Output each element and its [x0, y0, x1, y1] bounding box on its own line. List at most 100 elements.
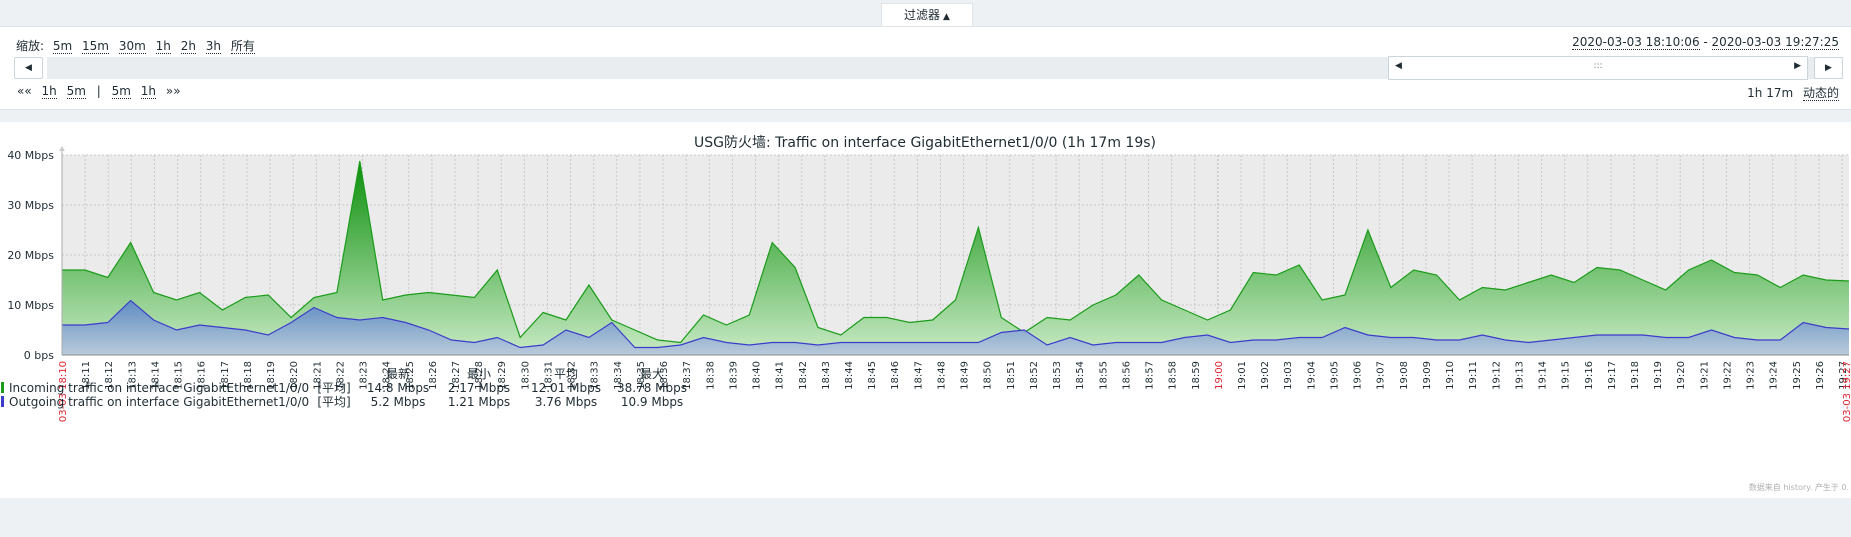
scroll-left-button[interactable]: ◀ — [14, 57, 43, 79]
step-fwd-1h[interactable]: 1h — [140, 84, 157, 99]
filter-tab[interactable]: 过滤器 ▲ — [881, 3, 973, 26]
x-tick-label: 18:39 — [728, 361, 739, 390]
graph-container: USG防火墙: Traffic on interface GigabitEthe… — [0, 122, 1851, 498]
zoom-label: 缩放: — [16, 39, 45, 53]
x-tick-label: 19:22 — [1722, 361, 1733, 390]
x-tick-label: 18:42 — [798, 361, 809, 390]
legend-outgoing-value: 10.9 Mbps — [621, 395, 683, 409]
y-tick-label: 30 Mbps — [7, 199, 54, 212]
x-tick-label: 19:08 — [1399, 361, 1410, 390]
timeline-slider[interactable]: ◀ ::: ▶ — [1388, 56, 1808, 80]
x-tick-label: 19:18 — [1630, 361, 1641, 390]
x-tick-label: 19:19 — [1653, 361, 1664, 390]
x-tick-label: 19:15 — [1561, 361, 1572, 390]
x-tick-label: 19:21 — [1699, 361, 1710, 390]
x-tick-label: 19:05 — [1329, 361, 1340, 390]
slider-right-handle-icon[interactable]: ▶ — [1794, 61, 1801, 71]
legend-header: 平均 — [554, 367, 578, 381]
triangle-right-icon: ▶ — [1825, 63, 1832, 73]
slider-grip-icon[interactable]: ::: — [1593, 61, 1602, 71]
x-tick-label: 18:58 — [1168, 361, 1179, 390]
x-tick-label: 19:20 — [1676, 361, 1687, 390]
x-tick-label: 18:48 — [936, 361, 947, 390]
legend-incoming-value: 38.78 Mbps — [617, 381, 687, 395]
legend-header: 最小 — [467, 367, 491, 381]
y-tick-label: 40 Mbps — [7, 149, 54, 162]
x-tick-label: 18:49 — [960, 361, 971, 390]
legend-outgoing-name: Outgoing traffic on interface GigabitEth… — [9, 395, 309, 409]
y-tick-label: 0 bps — [24, 349, 54, 362]
x-tick-label: 19:12 — [1491, 361, 1502, 390]
zoom-30m[interactable]: 30m — [118, 39, 146, 54]
x-tick-label: 19:26 — [1815, 361, 1826, 390]
y-axis-arrow-icon — [59, 146, 65, 151]
step-row: «« 1h 5m | 5m 1h »» — [14, 84, 184, 99]
traffic-graph: USG防火墙: Traffic on interface GigabitEthe… — [1, 135, 1851, 492]
x-tick-label: 19:24 — [1769, 361, 1780, 390]
x-tick-label: 19:09 — [1422, 361, 1433, 390]
x-tick-label: 18:30 — [520, 361, 531, 390]
chart-title: USG防火墙: Traffic on interface GigabitEthe… — [694, 135, 1156, 151]
x-tick-label: 18:41 — [775, 361, 786, 390]
x-tick-label: 18:53 — [1052, 361, 1063, 390]
x-tick-label: 19:07 — [1376, 361, 1387, 390]
x-tick-label: 18:52 — [1029, 361, 1040, 390]
range-separator: - — [1699, 35, 1712, 49]
x-tick-label: 19:01 — [1237, 361, 1248, 390]
x-tick-label: 19:11 — [1468, 361, 1479, 390]
x-tick-label: 18:43 — [821, 361, 832, 390]
period-mode-link[interactable]: 动态的 — [1802, 86, 1839, 101]
footer-note: 数据来自 history. 产生于 0. — [1749, 482, 1849, 492]
legend-outgoing-value: 1.21 Mbps — [448, 395, 510, 409]
zoom-3h[interactable]: 3h — [205, 39, 222, 54]
zoom-all[interactable]: 所有 — [230, 39, 255, 54]
legend-outgoing-swatch — [1, 396, 4, 407]
legend-incoming-value: 14.8 Mbps — [367, 381, 429, 395]
x-tick-label: 18:54 — [1075, 361, 1086, 390]
x-tick-label: 18:45 — [867, 361, 878, 390]
legend-outgoing-func: [平均] — [317, 395, 350, 409]
zoom-5m[interactable]: 5m — [52, 39, 73, 54]
x-tick-label: 19:04 — [1306, 361, 1317, 390]
x-tick-label: 18:59 — [1191, 361, 1202, 390]
zoom-2h[interactable]: 2h — [180, 39, 196, 54]
x-tick-label: 19:02 — [1260, 361, 1271, 390]
slider-left-handle-icon[interactable]: ◀ — [1395, 61, 1402, 71]
x-tick-label: 18:46 — [890, 361, 901, 390]
range-to[interactable]: 2020-03-03 19:27:25 — [1711, 35, 1839, 50]
scroll-right-button[interactable]: ▶ — [1814, 57, 1843, 79]
time-range: 2020-03-03 18:10:06 - 2020-03-03 19:27:2… — [1572, 35, 1839, 50]
x-end-label: 03-03 19:27 — [1842, 361, 1851, 422]
legend-incoming-value: 2.17 Mbps — [448, 381, 510, 395]
legend-incoming-func: [平均] — [317, 381, 350, 395]
triangle-left-icon: ◀ — [25, 63, 32, 73]
x-tick-label: 18:51 — [1006, 361, 1017, 390]
step-fwd-5m[interactable]: 5m — [111, 84, 131, 99]
period-info: 1h 17m 动态的 — [1747, 84, 1839, 101]
step-back-all[interactable]: «« — [17, 84, 32, 98]
legend-outgoing-value: 3.76 Mbps — [535, 395, 597, 409]
x-tick-label: 18:57 — [1145, 361, 1156, 390]
step-separator: | — [96, 84, 101, 98]
zoom-15m[interactable]: 15m — [82, 39, 109, 54]
step-back-1h[interactable]: 1h — [41, 84, 57, 99]
zoom-row: 缩放: 5m 15m 30m 1h 2h 3h 所有 — [16, 37, 258, 54]
x-tick-label: 18:56 — [1121, 361, 1132, 390]
step-back-5m[interactable]: 5m — [66, 84, 86, 99]
x-tick-label: 19:10 — [1445, 361, 1456, 390]
x-tick-label: 18:26 — [428, 361, 439, 390]
period-value: 1h 17m — [1747, 86, 1794, 100]
range-from[interactable]: 2020-03-03 18:10:06 — [1572, 35, 1700, 50]
legend-incoming-name: Incoming traffic on interface GigabitEth… — [9, 381, 309, 395]
legend-outgoing-value: 5.2 Mbps — [371, 395, 426, 409]
zoom-1h[interactable]: 1h — [155, 39, 171, 54]
x-tick-label: 19:16 — [1584, 361, 1595, 390]
x-tick-label: 18:50 — [983, 361, 994, 390]
legend-incoming-swatch — [1, 382, 4, 393]
y-tick-label: 10 Mbps — [7, 299, 54, 312]
x-tick-label: 19:25 — [1792, 361, 1803, 390]
x-tick-label: 19:23 — [1746, 361, 1757, 390]
x-tick-label: 19:03 — [1283, 361, 1294, 390]
x-tick-label: 18:55 — [1098, 361, 1109, 390]
step-fwd-all[interactable]: »» — [166, 84, 181, 98]
